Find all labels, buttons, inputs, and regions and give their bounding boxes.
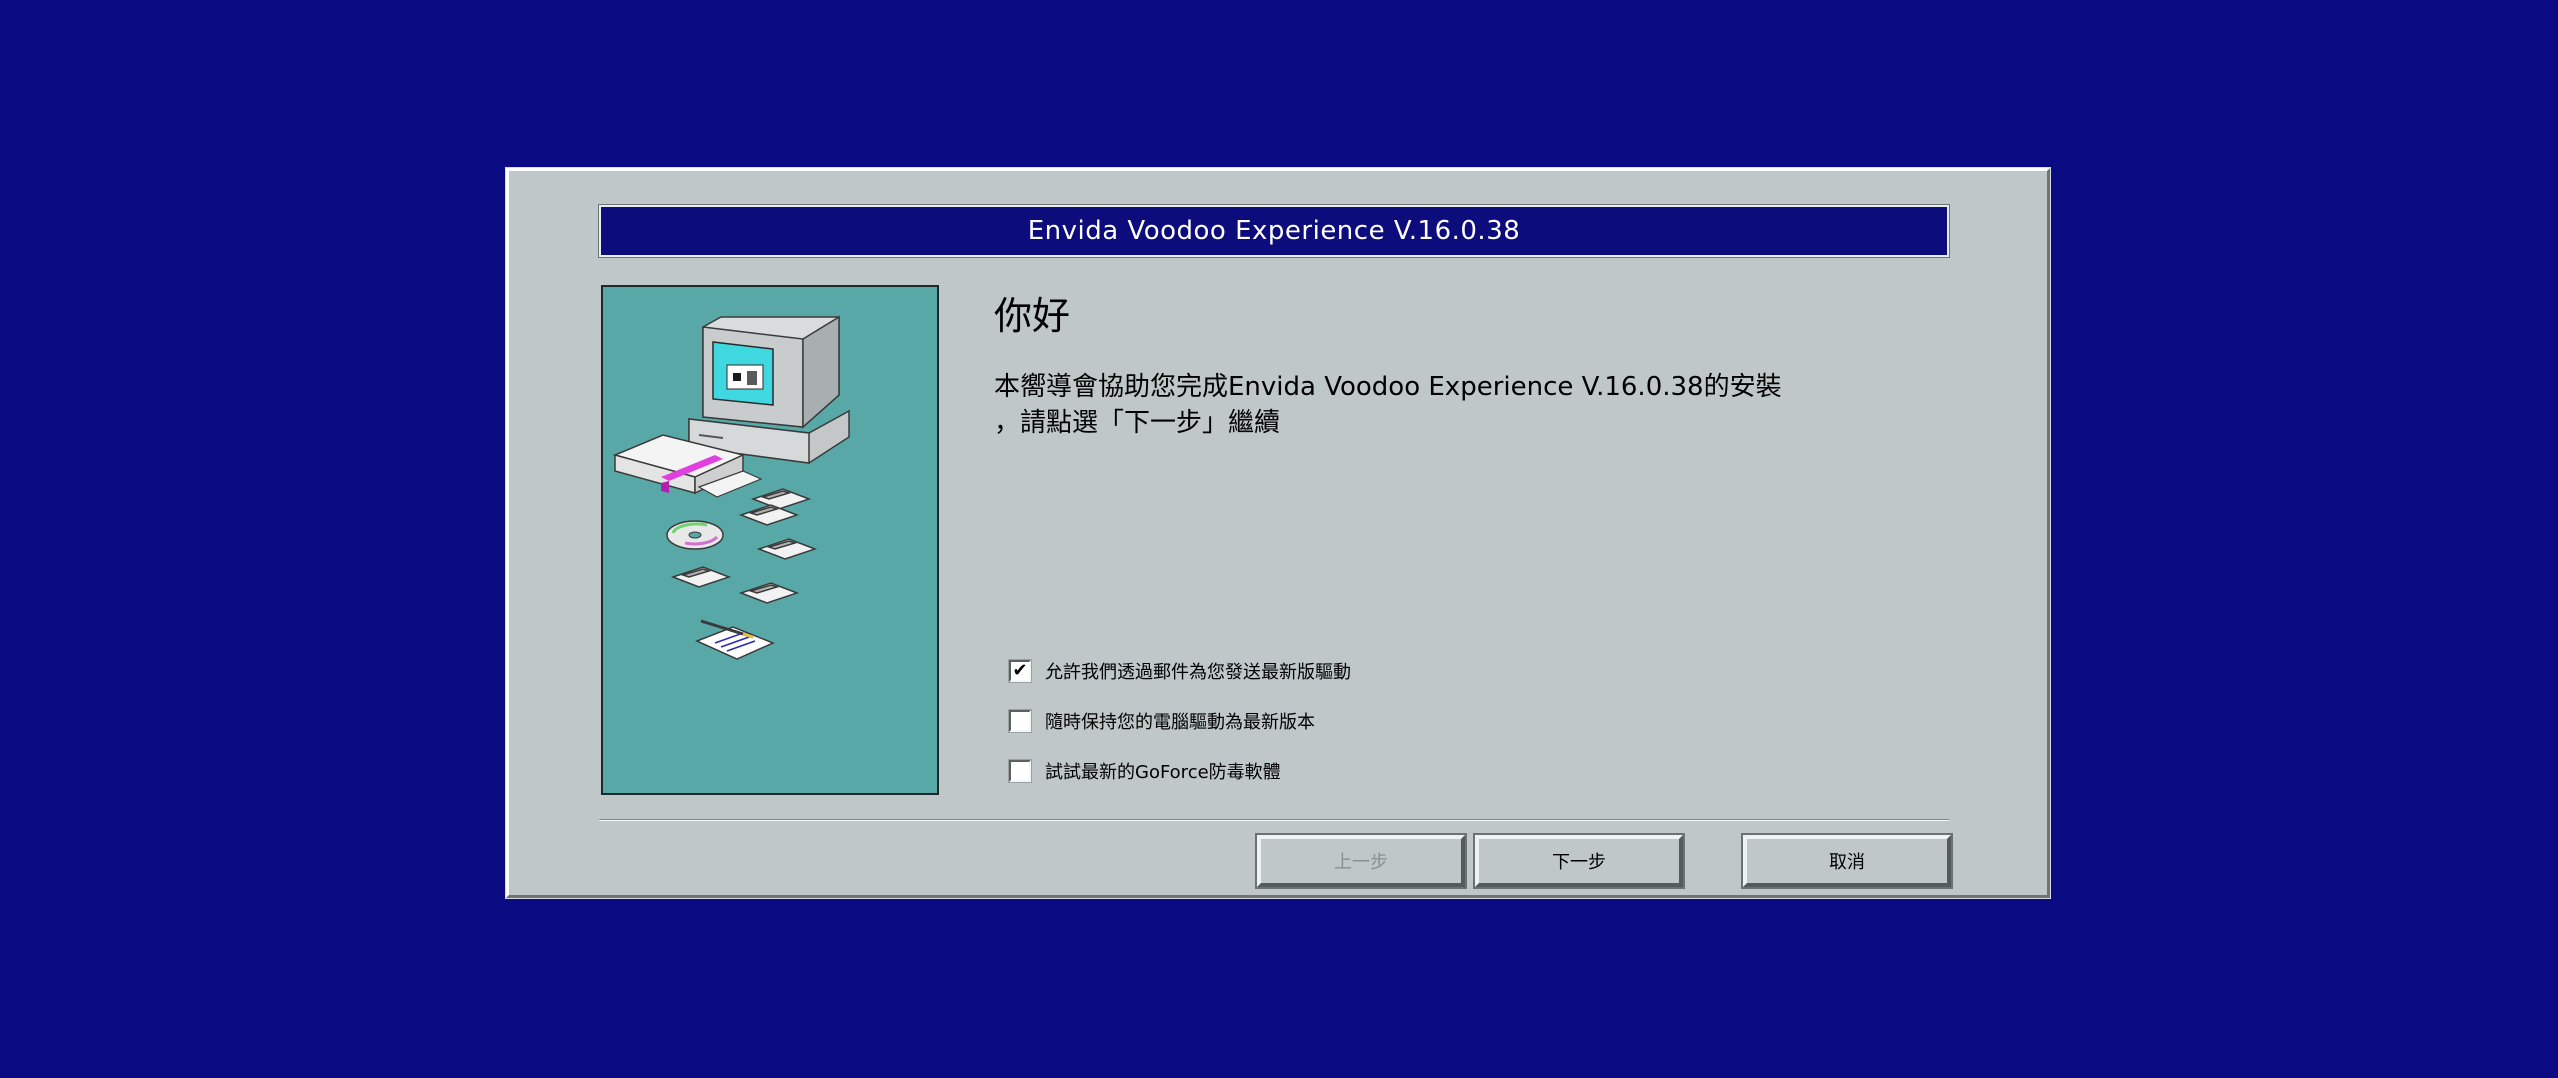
title-bar: Envida Voodoo Experience V.16.0.38 (598, 204, 1950, 258)
computer-and-disks-illustration (612, 315, 850, 660)
try-goforce-label[interactable]: 試試最新的GoForce防毒軟體 (1045, 758, 1281, 784)
option-email-drivers[interactable]: ✔ 允許我們透過郵件為您發送最新版驅動 (1008, 657, 1351, 685)
monitor-icon (688, 315, 850, 464)
keep-drivers-updated-label[interactable]: 隨時保持您的電腦驅動為最新版本 (1045, 708, 1315, 734)
cancel-button[interactable]: 取消 (1741, 833, 1953, 889)
cd-icon (666, 520, 724, 550)
window-title: Envida Voodoo Experience V.16.0.38 (1027, 216, 1521, 246)
try-goforce-checkbox[interactable] (1008, 759, 1032, 783)
email-drivers-label[interactable]: 允許我們透過郵件為您發送最新版驅動 (1045, 658, 1351, 684)
keep-drivers-updated-checkbox[interactable] (1008, 709, 1032, 733)
option-keep-drivers-updated[interactable]: 隨時保持您的電腦驅動為最新版本 (1008, 707, 1315, 735)
notepad-and-pencil-icon (695, 619, 775, 660)
intro-line-1: 本嚮導會協助您完成Envida Voodoo Experience V.16.0… (994, 372, 1782, 402)
installer-dialog: Envida Voodoo Experience V.16.0.38 你好 本嚮… (505, 167, 2051, 899)
installer-illustration (601, 285, 939, 795)
option-try-goforce[interactable]: 試試最新的GoForce防毒軟體 (1008, 757, 1281, 785)
separator-line (599, 819, 1949, 821)
next-button[interactable]: 下一步 (1473, 833, 1685, 889)
back-button[interactable]: 上一步 (1255, 833, 1467, 889)
email-drivers-checkbox[interactable]: ✔ (1008, 659, 1032, 683)
intro-text: 本嚮導會協助您完成Envida Voodoo Experience V.16.0… (994, 369, 1954, 441)
intro-line-2: ，請點選「下一步」繼續 (994, 408, 1281, 438)
desktop: Envida Voodoo Experience V.16.0.38 你好 本嚮… (0, 0, 2558, 1078)
page-title: 你好 (994, 294, 1071, 338)
